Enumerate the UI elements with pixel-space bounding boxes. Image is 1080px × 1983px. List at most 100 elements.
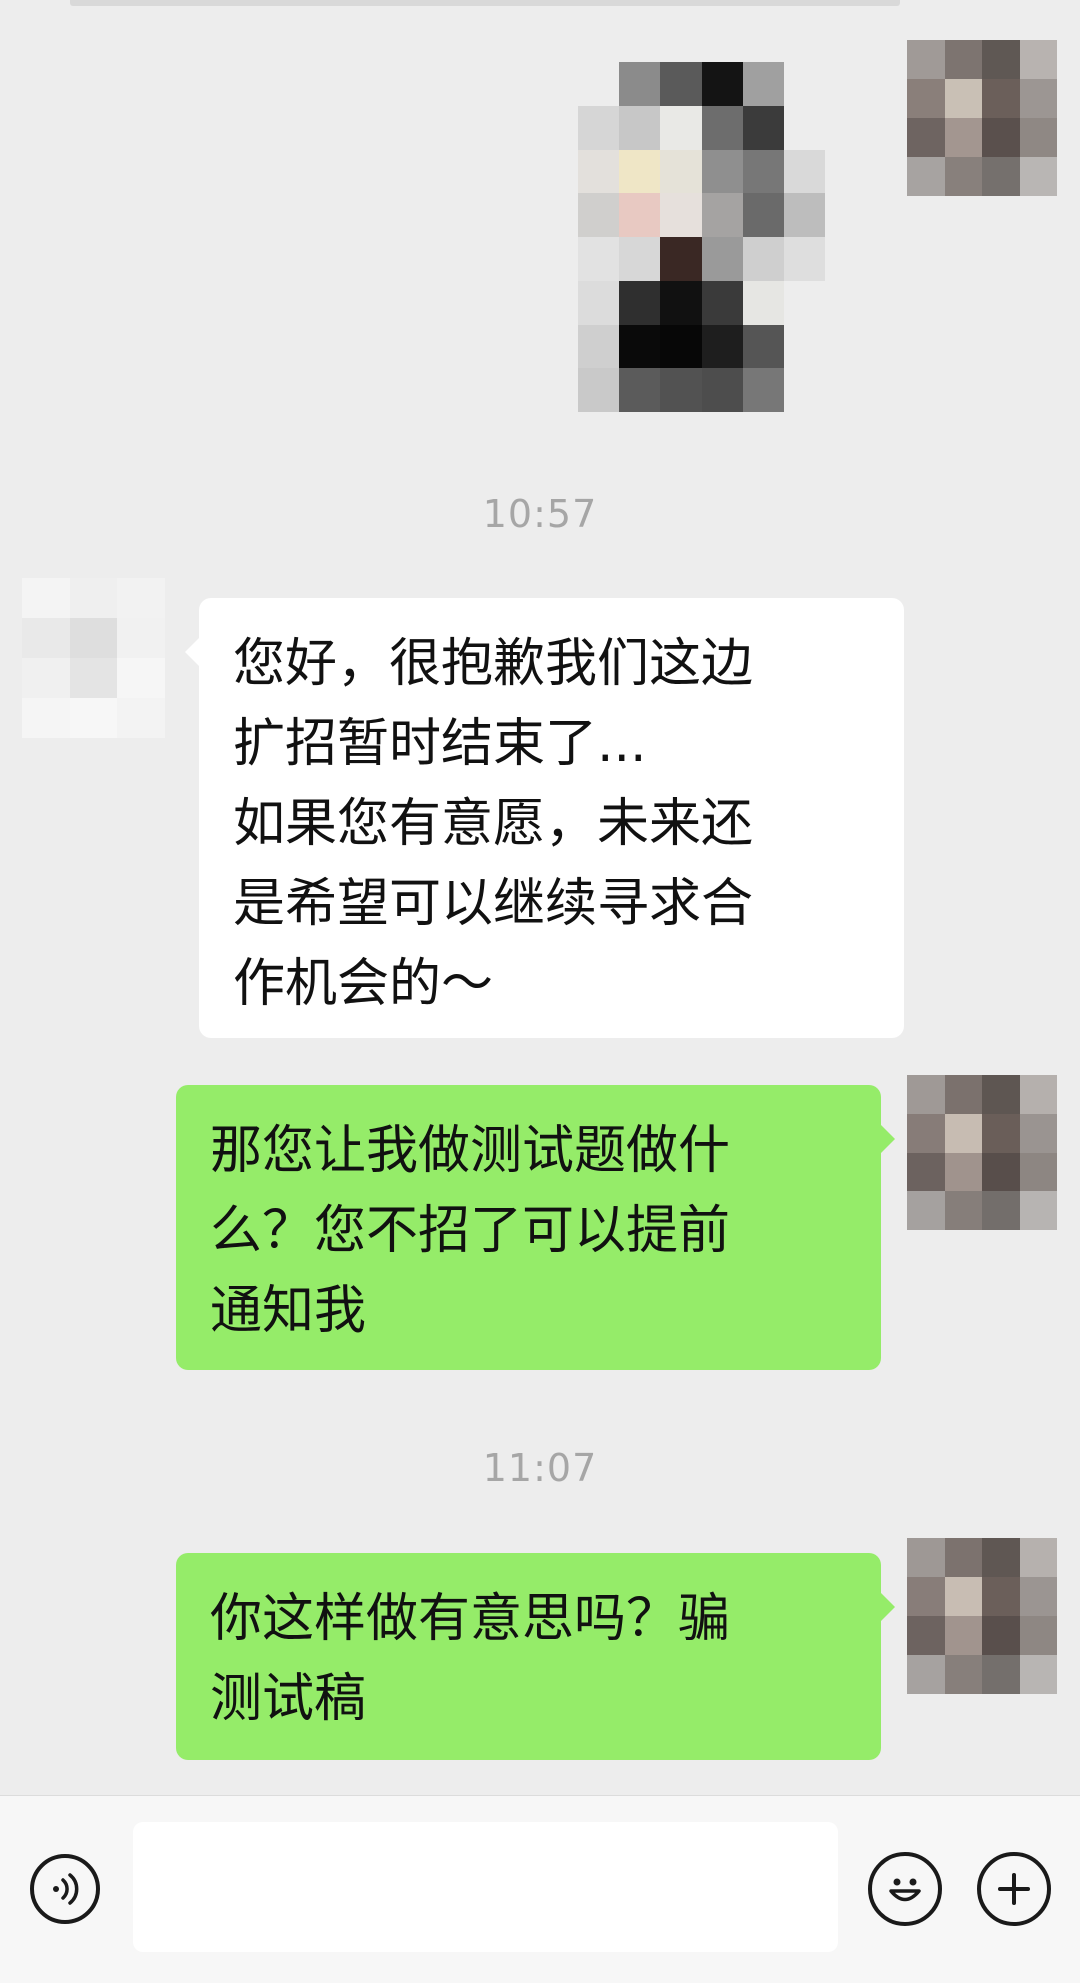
blur-cell bbox=[982, 79, 1020, 118]
top-edge bbox=[70, 0, 900, 6]
blur-cell bbox=[742, 280, 784, 325]
blur-cell bbox=[701, 105, 743, 150]
blur-cell bbox=[982, 1655, 1020, 1694]
blur-cell bbox=[783, 280, 825, 325]
blur-cell bbox=[907, 1113, 945, 1153]
blur-cell bbox=[907, 1152, 945, 1192]
blur-cell bbox=[783, 324, 825, 369]
blur-cell bbox=[1019, 157, 1057, 196]
blur-cell bbox=[1019, 79, 1057, 118]
incoming-message-bubble[interactable]: 您好，很抱歉我们这边 扩招暂时结束了... 如果您有意愿，未来还 是希望可以继续… bbox=[185, 598, 904, 1038]
blur-cell bbox=[1019, 1538, 1057, 1577]
blur-cell bbox=[982, 1538, 1020, 1577]
blur-cell bbox=[22, 698, 70, 738]
blur-cell bbox=[578, 193, 620, 237]
blur-cell bbox=[22, 618, 70, 658]
blur-cell bbox=[982, 1152, 1020, 1192]
blur-cell bbox=[982, 1075, 1020, 1114]
blur-cell bbox=[1019, 1577, 1057, 1616]
timestamp: 10:57 bbox=[482, 492, 598, 536]
blur-cell bbox=[944, 1191, 982, 1230]
blur-cell bbox=[701, 280, 743, 325]
blur-cell bbox=[701, 237, 743, 281]
sent-image[interactable] bbox=[578, 62, 825, 412]
blur-cell bbox=[578, 368, 620, 412]
blur-cell bbox=[578, 62, 620, 106]
blur-cell bbox=[944, 1075, 982, 1114]
blur-cell bbox=[783, 105, 825, 150]
blur-cell bbox=[578, 280, 620, 325]
blur-cell bbox=[578, 149, 620, 194]
blur-cell bbox=[578, 324, 620, 369]
blur-cell bbox=[907, 1075, 945, 1114]
blur-cell bbox=[22, 658, 70, 698]
blur-cell bbox=[69, 578, 118, 618]
blur-cell bbox=[660, 105, 702, 150]
blur-cell bbox=[22, 578, 70, 618]
blur-cell bbox=[907, 118, 945, 157]
blur-cell bbox=[701, 368, 743, 412]
blur-cell bbox=[578, 237, 620, 281]
emoji-button[interactable] bbox=[868, 1852, 942, 1926]
message-input[interactable] bbox=[133, 1822, 838, 1952]
blur-cell bbox=[742, 105, 784, 150]
blur-cell bbox=[701, 62, 743, 106]
blur-cell bbox=[944, 1577, 982, 1616]
blur-cell bbox=[944, 1538, 982, 1577]
blur-cell bbox=[982, 1113, 1020, 1153]
my-avatar[interactable] bbox=[907, 40, 1057, 196]
blur-cell bbox=[701, 149, 743, 194]
blur-cell bbox=[660, 324, 702, 369]
blur-cell bbox=[783, 193, 825, 237]
blur-cell bbox=[907, 157, 945, 196]
blur-cell bbox=[944, 118, 982, 157]
blur-cell bbox=[701, 193, 743, 237]
blur-cell bbox=[578, 105, 620, 150]
blur-cell bbox=[982, 1191, 1020, 1230]
blur-cell bbox=[619, 62, 661, 106]
blur-cell bbox=[982, 40, 1020, 79]
blur-cell bbox=[1019, 1191, 1057, 1230]
blur-cell bbox=[660, 280, 702, 325]
blur-cell bbox=[1019, 118, 1057, 157]
voice-button[interactable] bbox=[30, 1854, 100, 1924]
blur-cell bbox=[944, 1113, 982, 1153]
blur-cell bbox=[742, 62, 784, 106]
blur-cell bbox=[783, 149, 825, 194]
timestamp: 11:07 bbox=[482, 1446, 598, 1490]
blur-cell bbox=[1019, 1152, 1057, 1192]
blur-cell bbox=[742, 368, 784, 412]
blur-cell bbox=[619, 105, 661, 150]
blur-cell bbox=[701, 324, 743, 369]
blur-cell bbox=[117, 578, 165, 618]
blur-cell bbox=[660, 62, 702, 106]
blur-cell bbox=[117, 618, 165, 658]
blur-cell bbox=[660, 368, 702, 412]
blur-cell bbox=[619, 280, 661, 325]
blur-cell bbox=[944, 40, 982, 79]
plus-icon bbox=[998, 1873, 1030, 1905]
outgoing-message-bubble[interactable]: 你这样做有意思吗？骗 测试稿 bbox=[176, 1553, 895, 1760]
blur-cell bbox=[742, 237, 784, 281]
blur-cell bbox=[944, 1152, 982, 1192]
blur-cell bbox=[944, 1616, 982, 1655]
blur-cell bbox=[907, 79, 945, 118]
blur-cell bbox=[907, 1538, 945, 1577]
my-avatar[interactable] bbox=[907, 1075, 1057, 1230]
blur-cell bbox=[117, 658, 165, 698]
blur-cell bbox=[619, 368, 661, 412]
blur-cell bbox=[1019, 40, 1057, 79]
outgoing-message-bubble[interactable]: 那您让我做测试题做什 么？您不招了可以提前 通知我 bbox=[176, 1085, 895, 1370]
plus-button[interactable] bbox=[977, 1852, 1051, 1926]
contact-avatar[interactable] bbox=[22, 578, 165, 738]
blur-cell bbox=[742, 149, 784, 194]
my-avatar[interactable] bbox=[907, 1538, 1057, 1694]
blur-cell bbox=[69, 698, 118, 738]
blur-cell bbox=[660, 149, 702, 194]
blur-cell bbox=[982, 1616, 1020, 1655]
blur-cell bbox=[117, 698, 165, 738]
blur-cell bbox=[742, 193, 784, 237]
chat-area[interactable]: 10:57 您好，很抱歉我们这边 扩招暂时结束了... 如果您有意愿，未来还 是… bbox=[0, 0, 1080, 1795]
blur-cell bbox=[907, 40, 945, 79]
blur-cell bbox=[619, 237, 661, 281]
